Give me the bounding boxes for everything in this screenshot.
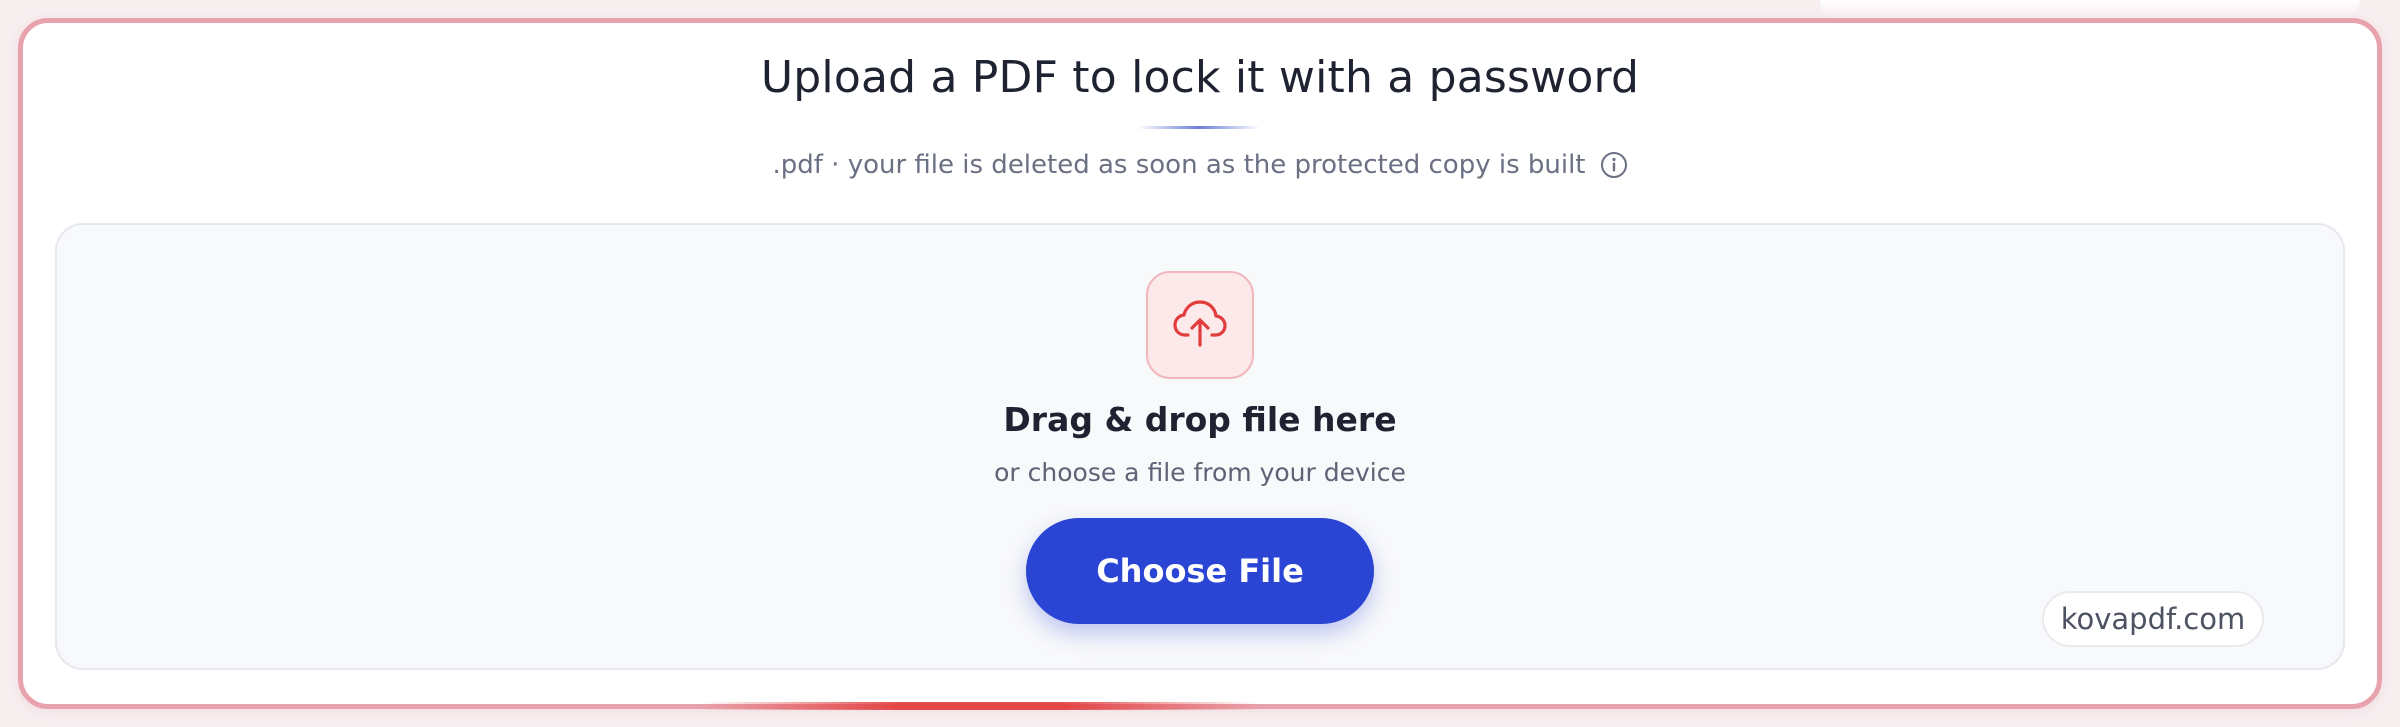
cloud-upload-icon: [1170, 293, 1230, 357]
subtitle-text: .pdf · your file is deleted as soon as t…: [772, 150, 1586, 180]
site-watermark: kovapdf.com: [2042, 591, 2264, 647]
top-edge-shadow: [1820, 0, 2360, 20]
subtitle-row: .pdf · your file is deleted as soon as t…: [0, 150, 2400, 180]
dropzone-heading: Drag & drop file here: [1003, 400, 1397, 439]
bottom-accent-bar: [700, 702, 1260, 710]
dropzone-subtext: or choose a file from your device: [994, 458, 1406, 487]
choose-file-button[interactable]: Choose File: [1026, 518, 1374, 624]
upload-icon-tile: [1146, 271, 1254, 379]
page-title: Upload a PDF to lock it with a password: [760, 52, 1640, 103]
title-underline: [1138, 126, 1260, 129]
info-circle-icon[interactable]: [1600, 151, 1628, 179]
page: Upload a PDF to lock it with a password …: [0, 0, 2400, 727]
